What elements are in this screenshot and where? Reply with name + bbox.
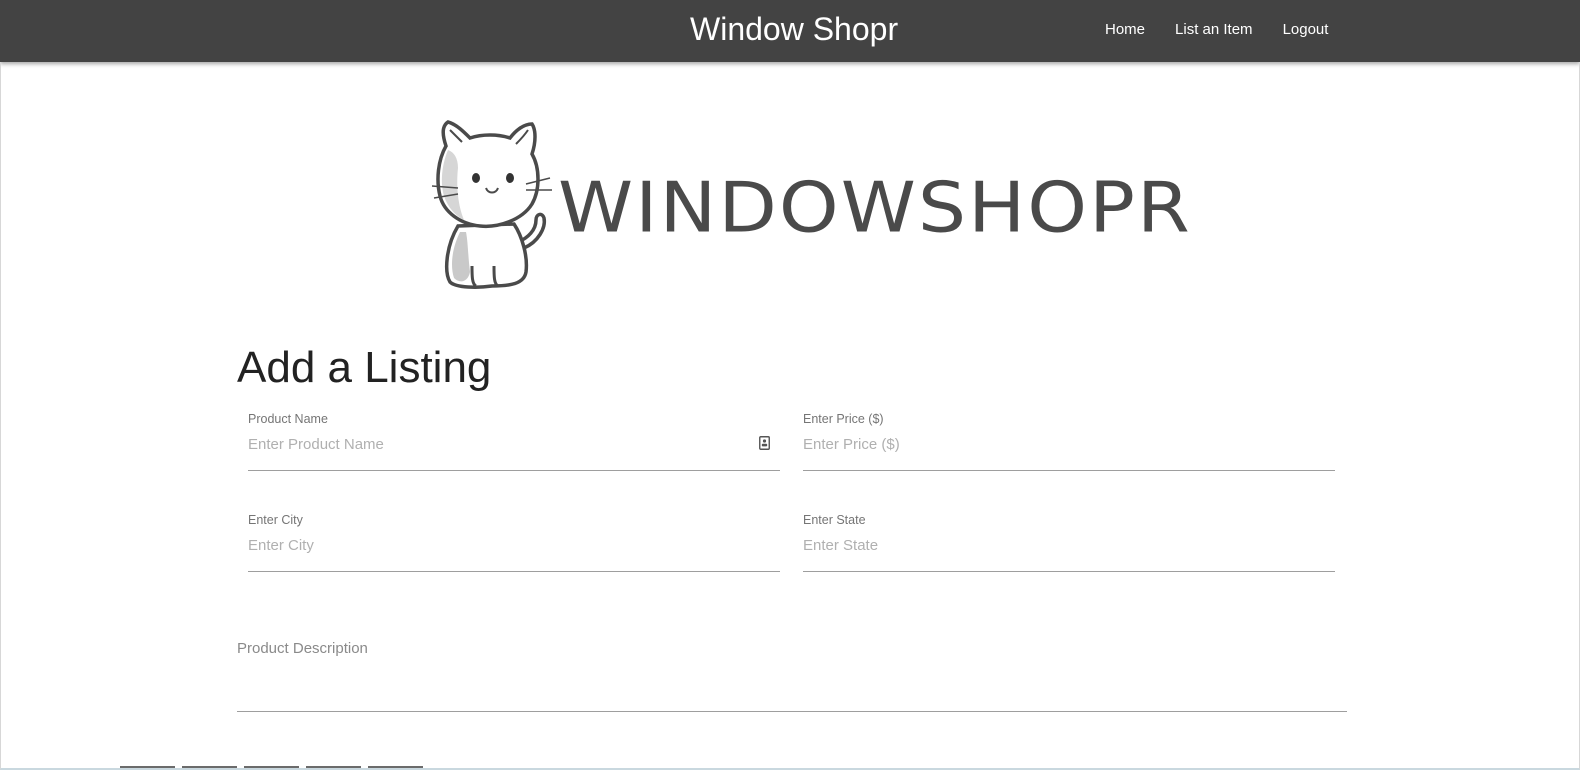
city-field: Enter City (248, 513, 780, 572)
taskbar-segment (244, 766, 299, 768)
logo-wordmark: WINDOWSHOPR (558, 166, 1192, 248)
product-name-input[interactable] (248, 430, 780, 458)
page-title: Add a Listing (237, 343, 492, 392)
state-input[interactable] (803, 531, 1335, 559)
price-field: Enter Price ($) (803, 412, 1335, 471)
nav-link-home[interactable]: Home (1105, 21, 1145, 38)
state-field: Enter State (803, 513, 1335, 572)
city-label: Enter City (248, 513, 303, 527)
product-description-input[interactable] (237, 664, 1347, 704)
state-label: Enter State (803, 513, 866, 527)
taskbar-segment (182, 766, 237, 768)
taskbar-segment (306, 766, 361, 768)
product-name-label: Product Name (248, 412, 328, 426)
taskbar-segment (368, 766, 423, 768)
taskbar-segment (120, 766, 175, 768)
contact-card-icon[interactable] (759, 436, 770, 450)
product-name-field: Product Name (248, 412, 780, 471)
product-description-label: Product Description (237, 640, 368, 657)
nav-link-list-item[interactable]: List an Item (1175, 21, 1253, 38)
brand-title[interactable]: Window Shopr (690, 11, 898, 48)
cat-mascot-icon (431, 120, 552, 289)
site-logo: WINDOWSHOPR (428, 116, 1190, 296)
taskbar-fragment (120, 766, 430, 768)
top-navbar: Window Shopr Home List an Item Logout (0, 0, 1580, 62)
product-description-field: Product Description (237, 638, 1347, 712)
nav-links: Home List an Item Logout (1105, 21, 1358, 38)
price-label: Enter Price ($) (803, 412, 884, 426)
city-input[interactable] (248, 531, 780, 559)
price-input[interactable] (803, 430, 1335, 458)
nav-link-logout[interactable]: Logout (1283, 21, 1329, 38)
